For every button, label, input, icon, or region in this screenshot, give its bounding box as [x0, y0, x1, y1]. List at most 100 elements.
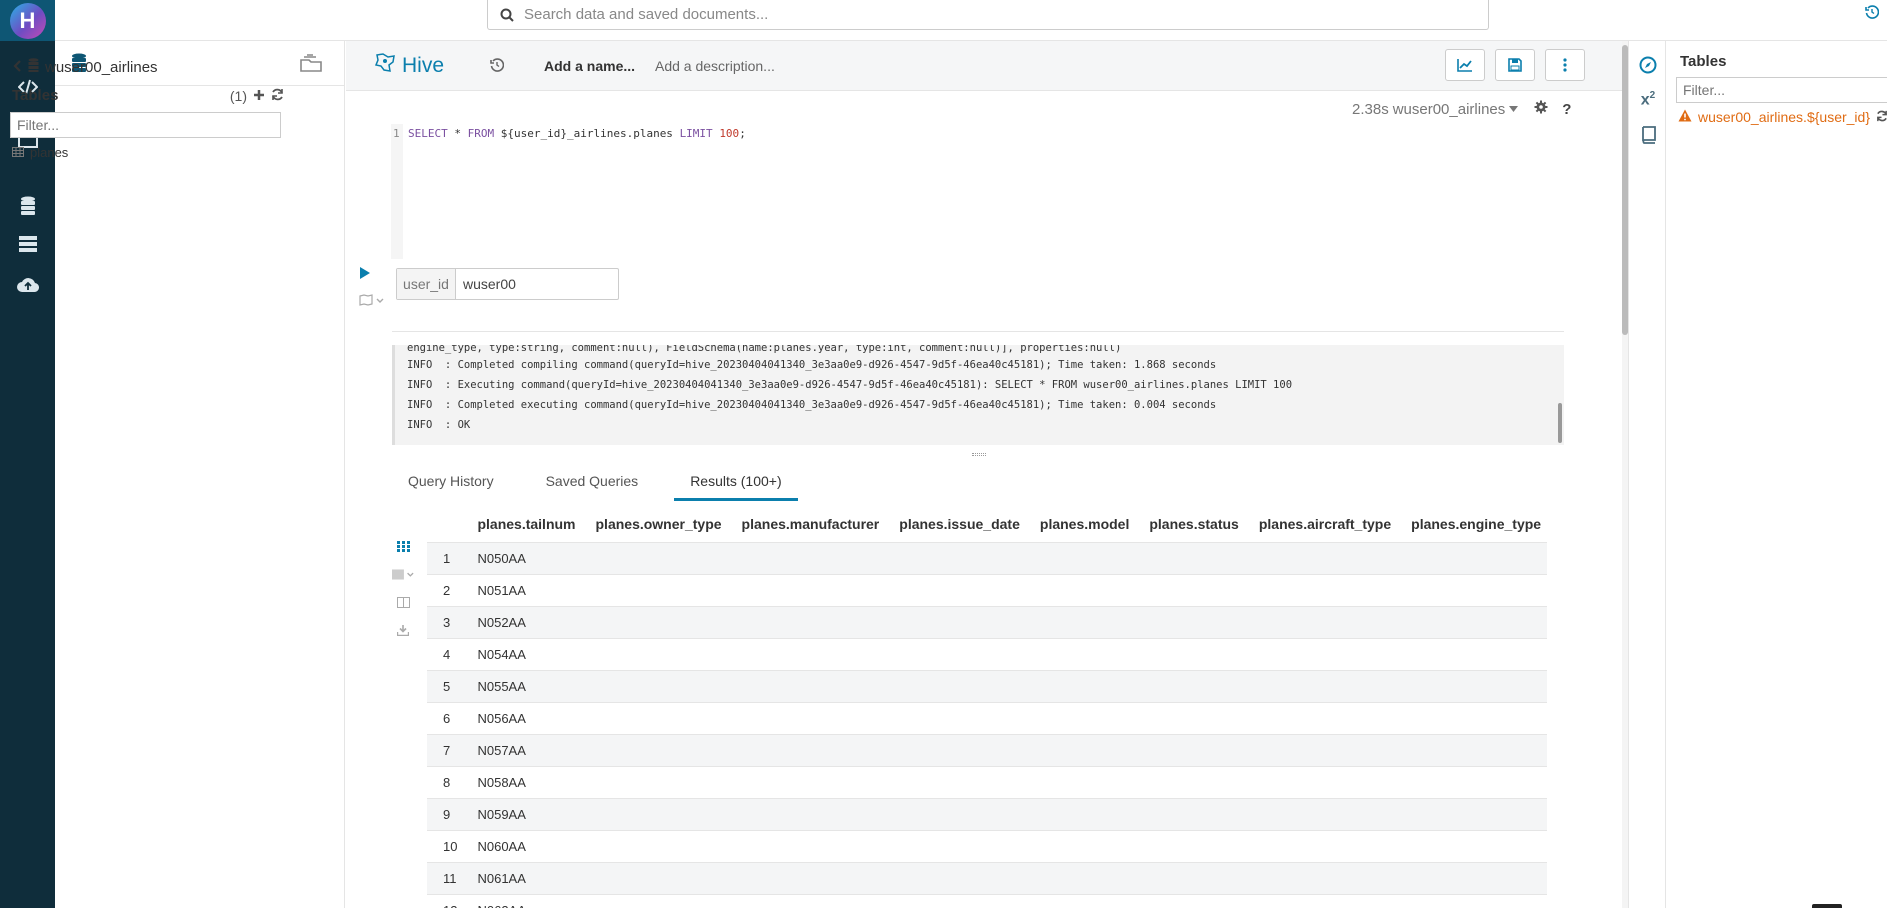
table-cell[interactable] [1029, 573, 1140, 606]
table-cell[interactable] [1248, 669, 1402, 702]
log-scrollbar[interactable] [1558, 403, 1562, 443]
grid-icon[interactable] [392, 532, 414, 560]
table-cell[interactable] [585, 861, 732, 894]
chart-button[interactable] [1445, 49, 1485, 81]
table-cell[interactable] [585, 765, 732, 798]
table-row[interactable]: 12N062AA [427, 893, 1547, 908]
table-cell[interactable]: N059AA [467, 797, 586, 830]
table-cell[interactable] [1401, 701, 1547, 734]
variable-input[interactable]: user_id wuser00 [396, 268, 619, 300]
table-cell[interactable] [1029, 733, 1140, 766]
column-header[interactable]: planes.tailnum [467, 507, 585, 542]
table-cell[interactable] [889, 893, 1030, 908]
documents-icon[interactable] [300, 54, 322, 75]
functions-icon[interactable]: x2 [1629, 86, 1667, 114]
table-cell[interactable] [1401, 797, 1547, 830]
table-cell[interactable] [585, 605, 732, 638]
query-history-icon[interactable] [490, 58, 505, 75]
table-warning-item[interactable]: wuser00_airlines.${user_id} [1678, 109, 1887, 125]
table-cell[interactable] [731, 541, 890, 574]
play-icon[interactable] [360, 267, 370, 282]
column-header[interactable]: planes.status [1139, 507, 1248, 542]
table-cell[interactable] [889, 605, 1030, 638]
table-cell[interactable] [1029, 893, 1140, 908]
table-cell[interactable] [585, 829, 732, 862]
column-header[interactable]: planes.issue_date [889, 507, 1030, 542]
table-row[interactable]: 5 N055AA [427, 669, 1547, 702]
table-cell[interactable] [1029, 605, 1140, 638]
resize-handle[interactable] [972, 453, 986, 456]
book-icon[interactable] [1629, 121, 1667, 149]
table-cell[interactable] [1029, 861, 1140, 894]
history-icon[interactable] [1865, 5, 1880, 22]
table-cell[interactable] [1139, 861, 1249, 894]
table-cell[interactable] [585, 541, 732, 574]
table-cell[interactable] [1139, 573, 1249, 606]
table-cell[interactable]: N060AA [467, 829, 586, 862]
table-cell[interactable] [889, 829, 1030, 862]
table-cell[interactable] [1248, 701, 1402, 734]
table-cell[interactable] [1401, 733, 1547, 766]
column-header[interactable]: planes.model [1030, 507, 1139, 542]
right-filter-input[interactable] [1676, 77, 1887, 103]
refresh-icon[interactable] [271, 88, 284, 104]
table-cell[interactable] [889, 733, 1030, 766]
table-cell[interactable]: N056AA [467, 701, 586, 734]
help-icon[interactable]: ? [1562, 101, 1571, 118]
table-cell[interactable]: N062AA [467, 893, 586, 908]
table-cell[interactable] [1139, 669, 1249, 702]
tab-results[interactable]: Results (100+) [674, 465, 798, 501]
hue-logo[interactable]: H [0, 0, 55, 41]
table-cell[interactable]: N050AA [467, 541, 586, 574]
table-cell[interactable] [731, 733, 890, 766]
table-cell[interactable] [1401, 573, 1547, 606]
upload-icon[interactable] [0, 270, 55, 300]
explain-icon[interactable] [359, 294, 385, 309]
table-cell[interactable] [585, 797, 732, 830]
more-actions-button[interactable] [1545, 49, 1585, 81]
table-cell[interactable] [1139, 605, 1249, 638]
table-cell[interactable] [1139, 829, 1249, 862]
table-cell[interactable] [1248, 637, 1402, 670]
table-cell[interactable] [1248, 797, 1402, 830]
table-cell[interactable] [731, 701, 890, 734]
table-cell[interactable] [1248, 765, 1402, 798]
table-cell[interactable] [1401, 541, 1547, 574]
table-cell[interactable] [889, 765, 1030, 798]
table-cell[interactable]: N058AA [467, 765, 586, 798]
table-cell[interactable] [1401, 765, 1547, 798]
table-cell[interactable] [889, 541, 1030, 574]
tab-query-history[interactable]: Query History [392, 465, 510, 501]
query-log[interactable]: engine_type, type:string, comment:null),… [392, 345, 1564, 445]
column-header[interactable]: planes.engine_type [1401, 507, 1547, 542]
table-cell[interactable] [731, 829, 890, 862]
table-cell[interactable] [1139, 893, 1249, 908]
table-cell[interactable] [1139, 733, 1249, 766]
table-cell[interactable] [731, 573, 890, 606]
compass-icon[interactable] [1629, 51, 1667, 79]
tables-icon[interactable] [0, 229, 55, 259]
save-button[interactable] [1495, 49, 1535, 81]
table-cell[interactable] [1248, 861, 1402, 894]
table-cell[interactable] [1029, 637, 1140, 670]
tab-saved-queries[interactable]: Saved Queries [530, 465, 655, 501]
table-cell[interactable] [1248, 829, 1402, 862]
table-row[interactable]: 3 N052AA [427, 605, 1547, 638]
table-cell[interactable] [1248, 605, 1402, 638]
table-cell[interactable] [731, 893, 890, 908]
table-cell[interactable] [1029, 541, 1140, 574]
table-cell[interactable]: N054AA [467, 637, 586, 670]
table-cell[interactable] [585, 701, 732, 734]
table-cell[interactable] [889, 637, 1030, 670]
columns-icon[interactable] [392, 588, 414, 616]
table-cell[interactable] [1401, 893, 1547, 908]
query-description-field[interactable]: Add a description... [655, 58, 775, 74]
table-cell[interactable] [1139, 701, 1249, 734]
table-cell[interactable] [1139, 637, 1249, 670]
table-row[interactable]: 10 N060AA [427, 829, 1547, 862]
table-cell[interactable] [1248, 541, 1402, 574]
code-line[interactable]: SELECT * FROM ${user_id}_airlines.planes… [408, 127, 746, 140]
column-header[interactable]: planes.owner_type [586, 507, 732, 542]
database-selector[interactable]: wuser00_airlines [1393, 101, 1519, 118]
tables-filter-input[interactable] [10, 112, 281, 138]
